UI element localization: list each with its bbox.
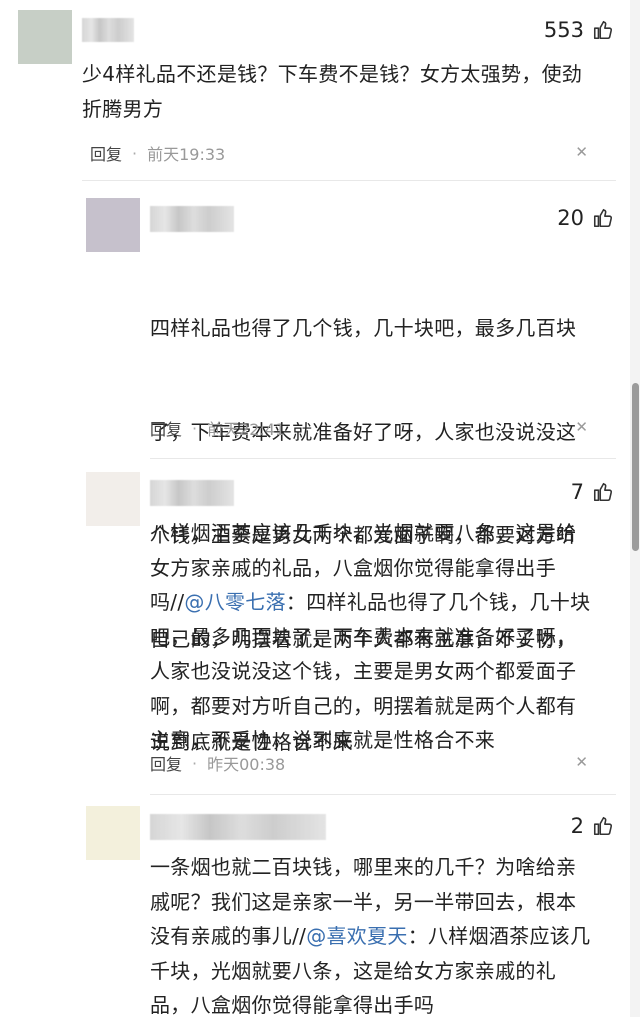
- timestamp: 前天22:41: [207, 420, 286, 439]
- user-mention[interactable]: @喜欢夏天: [306, 924, 408, 948]
- close-icon[interactable]: ✕: [575, 143, 588, 161]
- close-icon[interactable]: ✕: [575, 753, 588, 771]
- comment-text: 一条烟也就二百块钱，哪里来的几千？为啥给亲戚呢？我们这是亲家一半，另一半带回去，…: [150, 850, 595, 1023]
- like-count[interactable]: 2: [571, 814, 614, 838]
- reply-button[interactable]: 回复: [90, 141, 122, 165]
- like-count[interactable]: 20: [557, 206, 614, 230]
- divider: [82, 180, 616, 181]
- like-count[interactable]: 7: [571, 480, 614, 504]
- avatar[interactable]: [18, 10, 72, 64]
- user-mention[interactable]: @八零七落: [184, 590, 286, 614]
- like-count-value: 2: [570, 814, 584, 838]
- reply-button[interactable]: 回复: [150, 751, 182, 775]
- thumbs-up-icon[interactable]: [592, 207, 614, 229]
- username-blurred[interactable]: [150, 814, 326, 840]
- comment-text: 少4样礼品不还是钱？下车费不是钱？女方太强势，使劲折腾男方: [82, 62, 583, 121]
- close-icon[interactable]: ✕: [575, 418, 588, 436]
- timestamp: 前天19:33: [147, 145, 226, 164]
- like-count-value: 7: [570, 480, 584, 504]
- separator-dot: ·: [132, 143, 138, 163]
- divider: [150, 794, 616, 795]
- separator-dot: ·: [192, 753, 198, 773]
- like-count-value: 553: [543, 18, 584, 42]
- thumbs-up-icon[interactable]: [592, 481, 614, 503]
- divider: [150, 458, 616, 459]
- separator-dot: ·: [192, 418, 198, 438]
- avatar[interactable]: [86, 198, 140, 252]
- comment-text: 八样烟酒茶应该几千块，光烟就要八条，这是给女方家亲戚的礼品，八盒烟你觉得能拿得出…: [150, 516, 595, 758]
- comment-meta: 回复 · 前天22:41: [150, 416, 285, 440]
- avatar[interactable]: [86, 806, 140, 860]
- like-count-value: 20: [557, 206, 584, 230]
- comment-meta: 回复 · 前天19:33: [90, 141, 225, 165]
- username-blurred[interactable]: [150, 206, 234, 232]
- avatar[interactable]: [86, 472, 140, 526]
- scrollbar[interactable]: [630, 0, 640, 1017]
- scrollbar-thumb[interactable]: [632, 383, 639, 551]
- thumbs-up-icon[interactable]: [592, 815, 614, 837]
- comment-meta: 回复 · 昨天00:38: [150, 751, 285, 775]
- like-count[interactable]: 553: [544, 18, 614, 42]
- reply-button[interactable]: 回复: [150, 416, 182, 440]
- timestamp: 昨天00:38: [207, 755, 286, 774]
- text-part: ：四样礼品也得了几个钱，几十块吧，最多几百块了，下车费本来就准备好了呀，人家也没…: [150, 590, 591, 752]
- text-line: 四样礼品也得了几个钱，几十块吧，最多几百块: [150, 316, 577, 340]
- username-blurred[interactable]: [150, 480, 234, 506]
- thumbs-up-icon[interactable]: [592, 19, 614, 41]
- username-blurred[interactable]: [82, 18, 134, 42]
